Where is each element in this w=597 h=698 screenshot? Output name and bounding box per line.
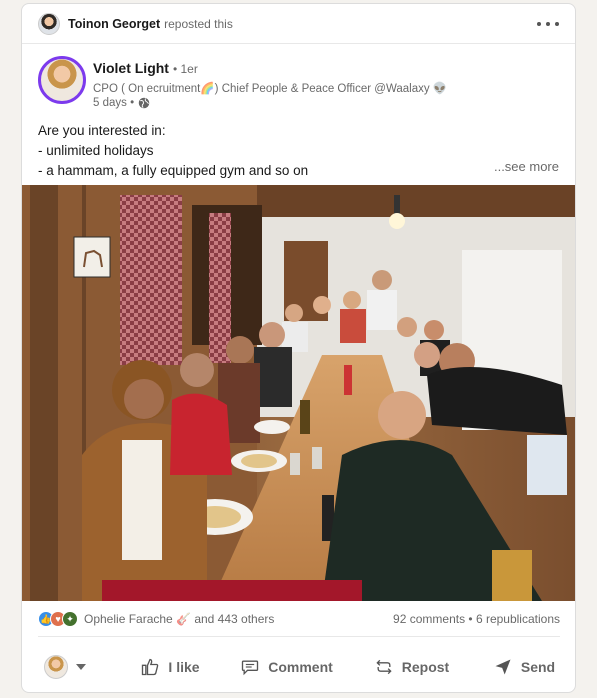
post-text-line: Are you interested in: (38, 123, 166, 138)
chevron-down-icon (76, 664, 86, 670)
post-meta: 5 days • (93, 97, 150, 109)
repost-label: Repost (401, 659, 450, 675)
repost-icon (376, 659, 392, 675)
send-label: Send (520, 659, 556, 675)
post-body: Are you interested in: - unlimited holid… (38, 121, 562, 181)
feed-post-card: Toinon Georget reposted this Violet Ligh… (21, 3, 576, 693)
group-dinner-photo (22, 185, 575, 601)
support-reaction-icon: ✦ (62, 611, 78, 627)
send-button[interactable]: Send (474, 647, 574, 687)
repost-button[interactable]: Repost (349, 647, 474, 687)
thumbs-up-icon (142, 658, 159, 676)
reactions-count[interactable]: Ophelie Farache 🎸 and 443 others (84, 612, 274, 626)
connection-degree: • 1er (172, 62, 198, 76)
repost-action-text: reposted this (164, 16, 233, 31)
author-name-line: Violet Light • 1er (93, 60, 198, 76)
divider (38, 636, 560, 637)
reposter-name[interactable]: Toinon Georget (68, 17, 160, 31)
current-user-avatar (44, 655, 68, 679)
send-icon (495, 659, 511, 675)
author-name[interactable]: Violet Light (93, 60, 169, 76)
reaction-identity-selector[interactable] (44, 655, 116, 679)
author-headline: CPO ( On ecruitment🌈) Chief People & Pea… (93, 83, 448, 95)
comment-icon (242, 660, 259, 676)
comments-count[interactable]: 92 comments • 6 republications (393, 612, 560, 626)
comment-button[interactable]: Comment (224, 647, 349, 687)
social-counts: 👍 ♥ ✦ Ophelie Farache 🎸 and 443 others 9… (38, 609, 560, 629)
post-time: 5 days • (93, 97, 135, 109)
post-author: Violet Light • 1er CPO ( On ecruitment🌈)… (38, 56, 558, 112)
comment-label: Comment (268, 659, 333, 675)
post-text-line: - unlimited holidays (38, 143, 154, 158)
see-more-link[interactable]: ...see more (494, 159, 559, 174)
reaction-icons[interactable]: 👍 ♥ ✦ (38, 611, 78, 627)
action-bar: I like Comment Repost Send (22, 646, 575, 688)
globe-icon (138, 97, 150, 109)
post-photo[interactable] (22, 185, 575, 601)
like-button[interactable]: I like (116, 647, 224, 687)
repost-header: Toinon Georget reposted this (22, 4, 575, 44)
post-text-line: - a hammam, a fully equipped gym and so … (38, 163, 309, 178)
author-avatar[interactable] (38, 56, 86, 104)
more-options-icon[interactable] (537, 15, 559, 33)
reposter-avatar[interactable] (38, 12, 60, 35)
like-label: I like (168, 659, 200, 675)
